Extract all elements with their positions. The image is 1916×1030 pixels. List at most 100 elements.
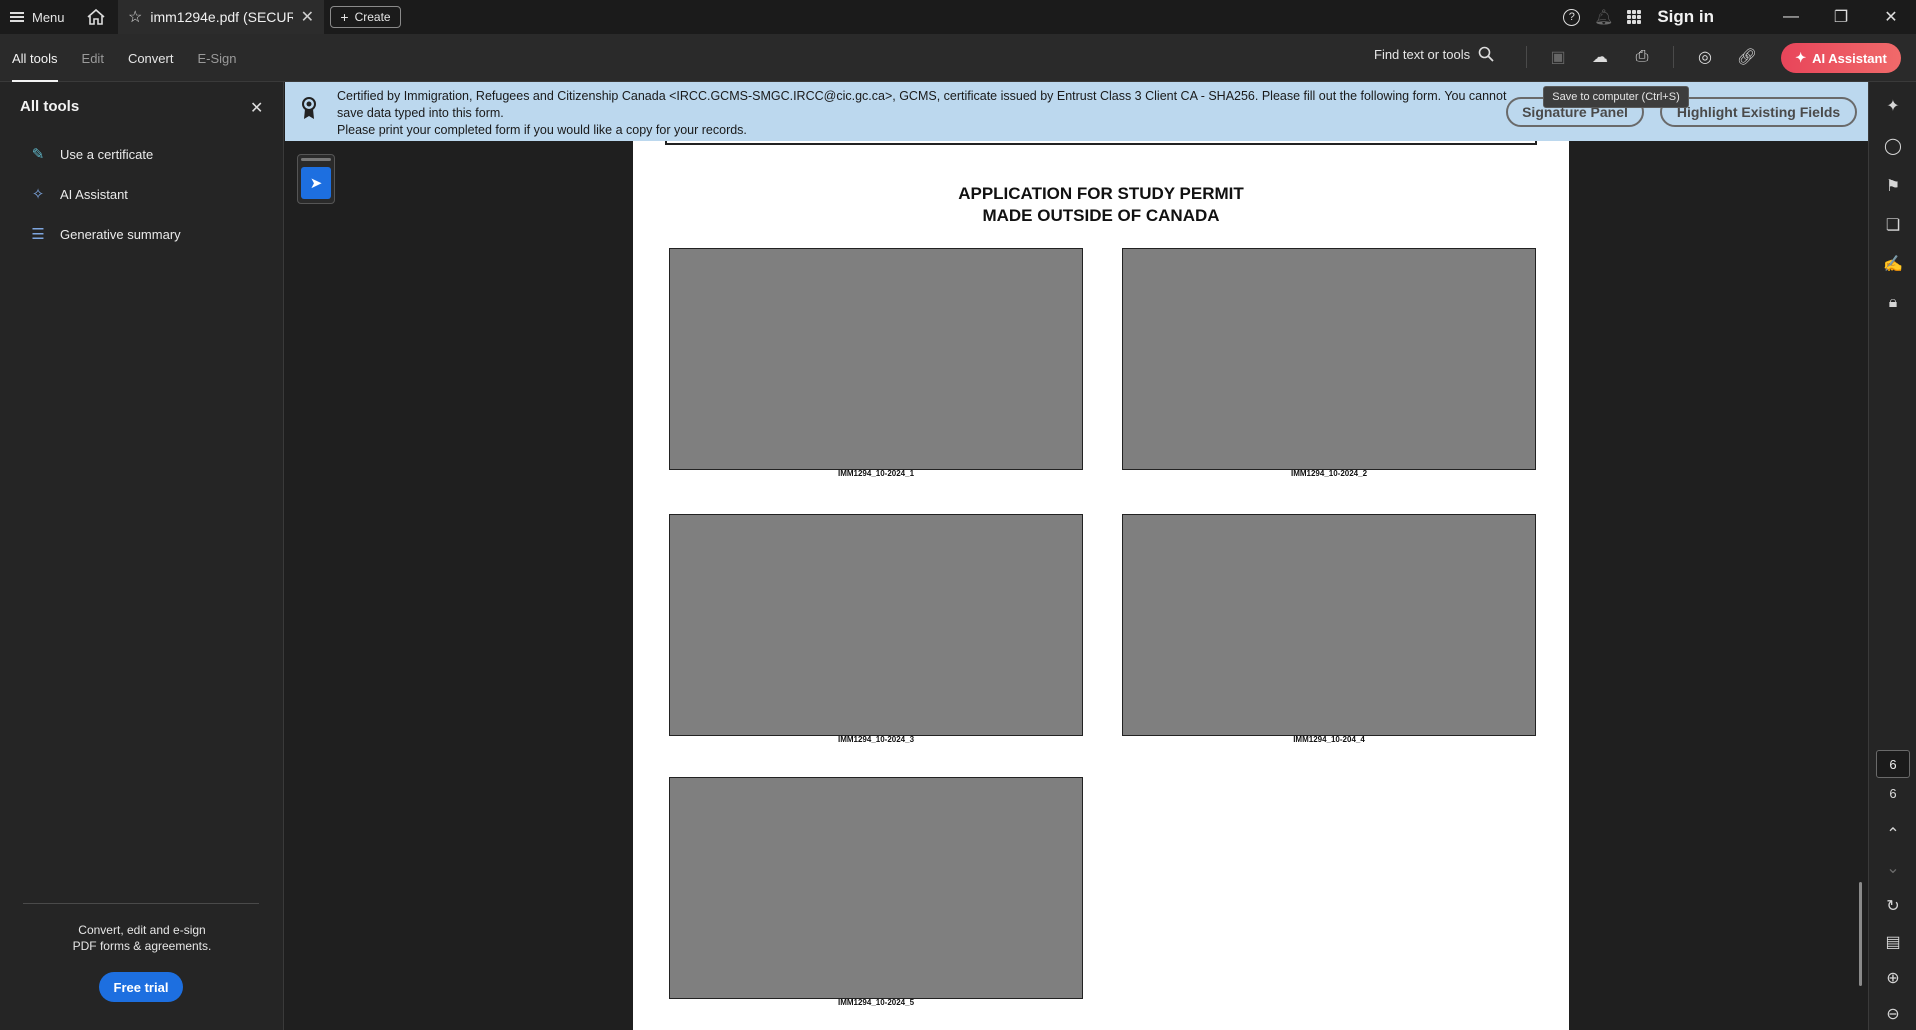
plus-icon: + <box>340 9 349 25</box>
photo-field-label: IMM1294_10-204_4 <box>1293 735 1365 744</box>
photo-field[interactable] <box>669 248 1083 470</box>
tool-generative-summary[interactable]: ☰ Generative summary <box>28 224 181 244</box>
zoom-out-icon[interactable]: ⊖ <box>1883 1004 1903 1024</box>
link-icon[interactable]: 🔗︎ <box>1736 46 1758 68</box>
document-canvas: APPLICATION FOR STUDY PERMIT MADE OUTSID… <box>285 82 1868 1030</box>
bookmark-icon[interactable]: ⚑ <box>1883 176 1903 196</box>
ai-assistant-label: AI Assistant <box>1812 50 1887 66</box>
page-properties-icon[interactable]: ▤ <box>1883 932 1903 952</box>
promo-line-1: Convert, edit and e-sign <box>78 923 206 937</box>
search-icon <box>1478 46 1494 62</box>
promo-line-2: PDF forms & agreements. <box>72 939 212 953</box>
banner-line-3: Please print your completed form if you … <box>337 123 747 137</box>
main-toolbar: All tools Edit Convert E-Sign Find text … <box>0 34 1916 82</box>
menu-label: Menu <box>32 9 65 25</box>
print-icon[interactable]: ⎙ <box>1631 46 1653 68</box>
home-icon[interactable] <box>86 8 106 26</box>
create-button[interactable]: + Create <box>330 6 401 28</box>
certification-message: Certified by Immigration, Refugees and C… <box>337 88 1527 139</box>
page-top-border <box>665 141 1537 145</box>
close-window-icon[interactable]: ✕ <box>1866 0 1916 34</box>
photo-field[interactable] <box>1122 514 1536 736</box>
toolbar-icons: ▣ ☁ ⎙ ◎ 🔗︎ ✉ <box>1526 46 1800 68</box>
fill-sign-icon[interactable]: ✍ <box>1883 254 1903 274</box>
tab-convert[interactable]: Convert <box>128 34 174 82</box>
refresh-icon[interactable]: ↻ <box>1883 896 1903 916</box>
certificate-icon: ✎ <box>31 146 45 163</box>
tab-edit[interactable]: Edit <box>82 34 104 82</box>
tool-label: Use a certificate <box>60 146 154 162</box>
tool-label: AI Assistant <box>60 186 128 202</box>
minimize-icon[interactable]: — <box>1766 0 1816 34</box>
restore-icon[interactable]: ❐ <box>1816 0 1866 34</box>
find-label: Find text or tools <box>1374 46 1471 62</box>
ai-assistant-icon: ✧ <box>31 186 45 203</box>
upload-cloud-icon[interactable]: ☁ <box>1589 46 1611 68</box>
lock-icon[interactable]: 🔒︎ <box>1883 293 1903 313</box>
certification-banner: Certified by Immigration, Refugees and C… <box>285 82 1868 141</box>
tool-label: Generative summary <box>60 226 181 242</box>
tab-e-sign[interactable]: E-Sign <box>197 34 236 82</box>
help-icon[interactable]: ? <box>1563 8 1581 26</box>
toolbar-divider <box>1526 46 1527 68</box>
photo-field[interactable] <box>669 514 1083 736</box>
selection-tool-palette: ➤ <box>297 154 335 204</box>
find-text-or-tools[interactable]: Find text or tools <box>1374 46 1494 62</box>
banner-line-2: save data typed into this form. <box>337 106 504 120</box>
star-icon[interactable]: ☆ <box>128 7 142 27</box>
title-bar: Menu ☆ imm1294e.pdf (SECURE... ✕ + Creat… <box>0 0 1916 34</box>
highlight-fields-button[interactable]: Highlight Existing Fields <box>1660 97 1857 127</box>
ai-assistant-icon: ✦ <box>1795 50 1807 65</box>
create-label: Create <box>354 10 391 24</box>
panel-title: All tools <box>20 98 80 115</box>
save-icon[interactable]: ▣ <box>1547 46 1569 68</box>
promo-text: Convert, edit and e-sign PDF forms & agr… <box>0 922 284 954</box>
banner-line-1: Certified by Immigration, Refugees and C… <box>337 89 1507 103</box>
sign-in-button[interactable]: Sign in <box>1657 7 1714 27</box>
pages-icon[interactable]: ❏ <box>1883 215 1903 235</box>
tab-title: imm1294e.pdf (SECURE... <box>150 9 293 25</box>
notification-bell-icon[interactable]: 🔔︎ <box>1594 8 1613 26</box>
cursor-select-icon[interactable]: ➤ <box>301 167 331 199</box>
acrobat-window: Menu ☆ imm1294e.pdf (SECURE... ✕ + Creat… <box>0 0 1916 1030</box>
all-tools-panel: All tools ✕ ✎ Use a certificate ✧ AI Ass… <box>0 82 284 1030</box>
form-title: APPLICATION FOR STUDY PERMIT MADE OUTSID… <box>633 183 1569 227</box>
generative-summary-icon: ☰ <box>31 226 45 243</box>
free-trial-button[interactable]: Free trial <box>99 972 183 1002</box>
photo-field-label: IMM1294_10-2024_5 <box>837 998 915 1007</box>
tool-ai-assistant[interactable]: ✧ AI Assistant <box>28 184 128 204</box>
palette-drag-handle[interactable] <box>301 158 331 161</box>
vertical-scrollbar[interactable] <box>1859 882 1862 986</box>
toolbar-tabs: All tools Edit Convert E-Sign <box>12 34 237 82</box>
apps-grid-icon[interactable] <box>1627 10 1642 24</box>
document-tab[interactable]: ☆ imm1294e.pdf (SECURE... ✕ <box>118 0 324 34</box>
hamburger-icon <box>10 12 24 22</box>
titlebar-right: ? 🔔︎ Sign in — ❐ ✕ <box>1563 0 1916 34</box>
chevron-down-icon[interactable]: ⌄ <box>1883 858 1903 878</box>
chevron-up-icon[interactable]: ⌃ <box>1883 824 1903 844</box>
total-pages: 6 <box>1889 786 1897 801</box>
menu-button[interactable]: Menu <box>10 7 65 27</box>
tool-use-a-certificate[interactable]: ✎ Use a certificate <box>28 144 154 164</box>
panel-divider <box>23 903 259 904</box>
comment-icon[interactable]: ◯ <box>1883 136 1903 156</box>
zoom-in-icon[interactable]: ⊕ <box>1883 968 1903 988</box>
photo-field-label: IMM1294_10-2024_3 <box>837 735 915 744</box>
ai-chat-icon[interactable]: ✦ <box>1883 96 1903 116</box>
share-user-icon[interactable]: ◎ <box>1694 46 1716 68</box>
right-rail: ✦ ◯ ⚑ ❏ ✍ 🔒︎ 6 6 ⌃ ⌄ ↻ ▤ ⊕ ⊖ <box>1868 82 1916 1030</box>
save-tooltip: Save to computer (Ctrl+S) <box>1543 86 1689 108</box>
pdf-page: APPLICATION FOR STUDY PERMIT MADE OUTSID… <box>633 141 1569 1030</box>
current-page-input[interactable]: 6 <box>1876 750 1910 778</box>
photo-field-label: IMM1294_10-2024_1 <box>837 469 915 478</box>
form-title-line-2: MADE OUTSIDE OF CANADA <box>982 206 1220 225</box>
ai-assistant-button[interactable]: ✦ AI Assistant <box>1781 43 1901 73</box>
tab-all-tools[interactable]: All tools <box>12 34 58 82</box>
form-title-line-1: APPLICATION FOR STUDY PERMIT <box>958 184 1244 203</box>
close-panel-icon[interactable]: ✕ <box>250 98 263 118</box>
photo-field[interactable] <box>1122 248 1536 470</box>
photo-field[interactable] <box>669 777 1083 999</box>
photo-field-label: IMM1294_10-2024_2 <box>1290 469 1368 478</box>
certified-ribbon-icon <box>302 97 316 119</box>
close-tab-icon[interactable]: ✕ <box>301 7 314 27</box>
